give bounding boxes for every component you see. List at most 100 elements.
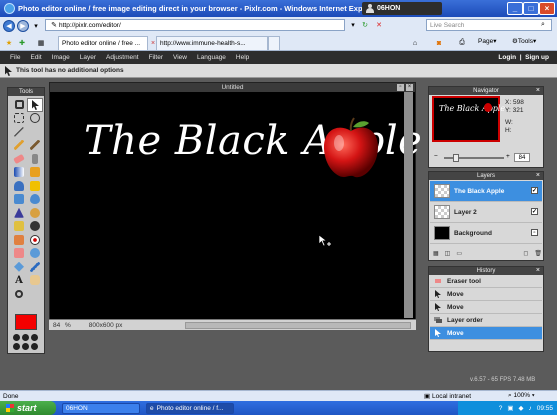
minimize-button[interactable]: _ <box>507 2 523 15</box>
menu-adjustment[interactable]: Adjustment <box>106 54 139 61</box>
zoom-level[interactable]: ⌕ 100% ▾ <box>508 392 535 400</box>
start-button[interactable]: start <box>0 401 56 415</box>
zoom-tool[interactable] <box>11 287 27 301</box>
layer-mask-icon[interactable]: ◫ <box>445 250 451 259</box>
delete-layer-icon[interactable]: 🗑 <box>534 250 542 259</box>
forward-icon[interactable]: ▶ <box>17 19 29 32</box>
brush-tool[interactable] <box>27 139 43 153</box>
tab-immune-health[interactable]: http://www.immune-health-s... <box>156 36 268 50</box>
spray-tool[interactable] <box>27 152 43 166</box>
maximize-button[interactable]: □ <box>523 2 539 15</box>
pinch-tool[interactable] <box>11 260 27 274</box>
drawing-tool[interactable] <box>11 193 27 207</box>
layer-item-layer-2[interactable]: Layer 2 ✓ <box>430 202 542 223</box>
move-tool[interactable] <box>27 98 43 112</box>
tray-volume-icon[interactable]: ♪ <box>528 405 531 412</box>
zoom-slider-handle[interactable] <box>453 154 459 162</box>
wand-tool[interactable] <box>11 125 27 139</box>
zoom-out-icon[interactable]: − <box>434 153 438 160</box>
colorreplace-tool[interactable] <box>27 179 43 193</box>
history-dropdown-icon[interactable]: ▾ <box>31 21 41 31</box>
menu-edit[interactable]: Edit <box>30 54 41 61</box>
taskbar-item-user[interactable]: 06HON <box>62 403 140 414</box>
add-favorite-icon[interactable]: ✚ <box>17 38 27 48</box>
history-item[interactable]: Layer order <box>430 314 542 327</box>
feeds-icon[interactable]: ◙ <box>434 38 444 48</box>
crop-tool[interactable] <box>11 98 27 112</box>
canvas-vertical-scrollbar[interactable] <box>404 92 413 318</box>
redeye-tool[interactable] <box>27 233 43 247</box>
taskbar-item-ie[interactable]: e Photo editor online / f... <box>146 403 234 414</box>
type-tool[interactable]: A <box>11 274 27 288</box>
history-close-icon[interactable]: × <box>536 267 540 275</box>
menu-view[interactable]: View <box>173 54 187 61</box>
colorpicker-tool[interactable] <box>27 260 43 274</box>
eraser-tool[interactable] <box>11 152 27 166</box>
canvas-close-button[interactable]: × <box>406 84 413 91</box>
tools-menu[interactable]: ⚙ Tools ▾ <box>512 37 536 46</box>
dodge-tool[interactable] <box>27 220 43 234</box>
pencil-tool[interactable] <box>11 139 27 153</box>
search-icon[interactable]: ⌕ <box>538 20 548 30</box>
zoom-in-icon[interactable]: + <box>506 153 510 160</box>
menu-layer[interactable]: Layer <box>80 54 96 61</box>
navigator-zoom-input[interactable]: 84 <box>514 153 530 162</box>
layer-visibility-checkbox[interactable]: ✓ <box>531 187 538 194</box>
bloat-tool[interactable] <box>27 247 43 261</box>
signup-link[interactable]: Sign up <box>525 54 549 61</box>
layer-folder-icon[interactable]: ▭ <box>456 250 462 259</box>
marquee-tool[interactable] <box>11 112 27 126</box>
menu-filter[interactable]: Filter <box>149 54 163 61</box>
smudge-tool[interactable] <box>27 206 43 220</box>
back-icon[interactable]: ◀ <box>3 19 15 32</box>
bucket-tool[interactable] <box>27 166 43 180</box>
tab-list-icon[interactable]: ▦ <box>36 38 46 48</box>
tab-pixlr[interactable]: Photo editor online / free ... <box>58 36 148 50</box>
address-dropdown-icon[interactable]: ▾ <box>348 20 358 30</box>
navigator-thumbnail[interactable]: The Black Apple <box>432 96 505 142</box>
gradient-tool[interactable] <box>11 166 27 180</box>
blur-tool[interactable] <box>27 193 43 207</box>
new-layer-icon[interactable]: ◻ <box>523 250 528 259</box>
stop-icon[interactable]: ✕ <box>374 20 384 30</box>
history-item[interactable]: Move <box>430 301 542 314</box>
lasso-tool[interactable] <box>27 112 43 126</box>
layer-item-the-black-apple[interactable]: The Black Apple ✓ <box>430 181 542 202</box>
history-item-selected[interactable]: Move <box>430 327 542 340</box>
menu-image[interactable]: Image <box>52 54 70 61</box>
hand-tool[interactable] <box>27 274 43 288</box>
canvas-horizontal-scrollbar[interactable] <box>185 322 411 329</box>
layer-lock-icon[interactable]: ▫ <box>531 229 538 236</box>
layers-close-icon[interactable]: × <box>536 172 540 180</box>
sharpen-tool[interactable] <box>11 206 27 220</box>
menu-file[interactable]: File <box>10 54 20 61</box>
foreground-color-swatch[interactable] <box>15 314 37 330</box>
history-item[interactable]: Eraser tool <box>430 275 542 288</box>
menu-help[interactable]: Help <box>236 54 249 61</box>
tray-help-icon[interactable]: ? <box>499 405 503 412</box>
clone-tool[interactable] <box>11 179 27 193</box>
canvas-zoom-value[interactable]: 84 <box>53 322 65 329</box>
tray-network-icon[interactable]: ▣ <box>507 404 513 412</box>
layer-visibility-checkbox[interactable]: ✓ <box>531 208 538 215</box>
navigator-close-icon[interactable]: × <box>536 87 540 95</box>
address-bar[interactable]: ✎ http://pixlr.com/editor/ <box>45 19 345 31</box>
refresh-icon[interactable]: ↻ <box>360 20 370 30</box>
home-icon[interactable]: ⌂ <box>410 38 420 48</box>
tray-shield-icon[interactable]: ◆ <box>518 404 523 412</box>
page-menu[interactable]: Page ▾ <box>478 37 496 46</box>
swatch-options[interactable] <box>13 334 39 350</box>
favorites-star-icon[interactable]: ★ <box>4 38 14 48</box>
layer-settings-icon[interactable]: ▦ <box>433 250 439 259</box>
history-item[interactable]: Move <box>430 288 542 301</box>
burn-tool[interactable] <box>11 233 27 247</box>
print-icon[interactable]: ⎙ <box>457 38 467 48</box>
layer-item-background[interactable]: Background ▫ <box>430 223 542 244</box>
new-tab-button[interactable] <box>268 36 280 50</box>
spot-heal-tool[interactable] <box>11 247 27 261</box>
close-window-button[interactable]: × <box>539 2 555 15</box>
sponge-tool[interactable] <box>11 220 27 234</box>
search-input[interactable]: Live Search <box>426 19 552 31</box>
menu-language[interactable]: Language <box>197 54 226 61</box>
canvas-maximize-button[interactable]: ▫ <box>397 84 404 91</box>
